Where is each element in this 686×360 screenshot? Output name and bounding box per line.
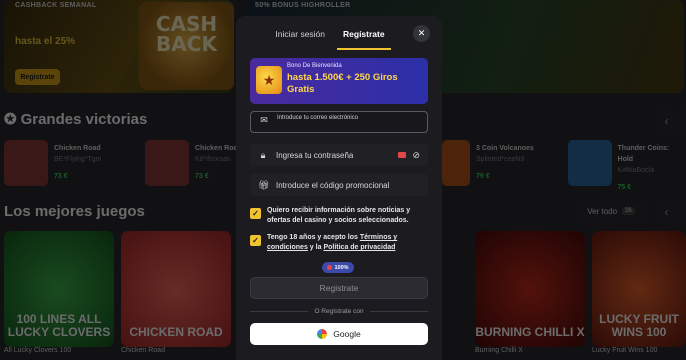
game-card[interactable]: LUCKY FRUIT WINS 100 bbox=[592, 231, 686, 347]
section-title-grandes-victorias: ✪ Grandes victorias bbox=[4, 110, 148, 129]
section-title-text: Grandes victorias bbox=[20, 110, 148, 128]
consent-terms-text: Tengo 18 años y acepto los Términos y co… bbox=[267, 233, 428, 253]
tab-login[interactable]: Iniciar sesión bbox=[269, 28, 331, 50]
google-icon bbox=[317, 329, 328, 339]
game-art-label: BURNING CHILLI X bbox=[475, 325, 585, 339]
star-icon: ✪ bbox=[4, 111, 17, 128]
count-badge: 26 bbox=[622, 207, 635, 215]
win-user: K8*ifcorsan bbox=[195, 156, 231, 163]
cashback-art: CASH BACK bbox=[139, 2, 234, 90]
win-game-name: 3 Coin Volcanoes bbox=[476, 145, 534, 152]
terms-middle: y la bbox=[309, 244, 322, 251]
section-title-mejores-juegos: Los mejores juegos bbox=[4, 203, 145, 220]
game-thumbnail bbox=[4, 140, 48, 186]
eye-off-icon[interactable]: ⊘ bbox=[412, 150, 420, 161]
auth-tabs: Iniciar sesión Regístrate bbox=[236, 28, 442, 50]
promo-headline: hasta el 25% bbox=[15, 36, 76, 47]
welcome-bonus-banner: ★ Bono De Bienvenida hasta 1.500€ + 250 … bbox=[250, 58, 428, 104]
win-item[interactable]: Chicken Road K8*ifcorsan 73 € bbox=[145, 140, 242, 186]
game-thumbnail bbox=[568, 140, 612, 186]
password-placeholder: Ingresa tu contraseña bbox=[276, 150, 354, 160]
divider-text: O Regístrate con bbox=[314, 307, 364, 315]
password-strength-badge: 100% bbox=[322, 262, 354, 273]
win-user: BE*Flying*Tgm bbox=[54, 156, 102, 163]
win-amount: 73 € bbox=[54, 173, 68, 180]
win-item[interactable]: 3 Coin Volcanoes Splinted*ceaN3 79 € bbox=[442, 140, 534, 186]
google-label: Google bbox=[333, 329, 361, 339]
bonus-headline: hasta 1.500€ + 250 Giros Gratis bbox=[287, 72, 398, 95]
game-thumbnail bbox=[145, 140, 189, 186]
gift-icon: ★ bbox=[256, 66, 282, 94]
game-name: Burning Chilli X bbox=[475, 347, 523, 354]
game-name: All Lucky Clovers 100 bbox=[4, 347, 72, 354]
win-game-name: Chicken Road bbox=[54, 145, 101, 152]
win-game-name: Thunder Coins: Hold bbox=[617, 145, 670, 163]
scroll-right-button[interactable]: › bbox=[680, 109, 686, 132]
game-card[interactable]: 100 LINES ALL LUCKY CLOVERS bbox=[4, 231, 114, 347]
chevron-left-icon: ‹ bbox=[664, 113, 669, 128]
promo-code-placeholder: Introduce el código promocional bbox=[276, 180, 390, 190]
checkbox-terms[interactable]: ✓ bbox=[250, 235, 261, 246]
close-icon: ✕ bbox=[417, 28, 426, 38]
win-amount: 73 € bbox=[195, 173, 209, 180]
email-field[interactable]: ✉ Introduce tu correo electrónico bbox=[250, 111, 428, 133]
close-button[interactable]: ✕ bbox=[413, 25, 430, 42]
promo-register-button[interactable]: Registrate bbox=[15, 69, 60, 85]
consent-terms[interactable]: ✓ Tengo 18 años y acepto los Términos y … bbox=[250, 233, 428, 253]
win-amount: 75 € bbox=[617, 184, 632, 191]
strength-dot-icon bbox=[327, 265, 333, 270]
register-modal: Iniciar sesión Regístrate ✕ ★ Bono De Bi… bbox=[236, 16, 442, 360]
register-submit-button[interactable]: Registrate bbox=[250, 277, 428, 299]
win-item[interactable]: Thunder Coins: Hold Ki#klaBocla 75 € bbox=[568, 140, 686, 191]
promo-code-field[interactable]: 🎁︎ Introduce el código promocional bbox=[250, 174, 428, 196]
game-art-label: LUCKY FRUIT WINS 100 bbox=[599, 312, 679, 339]
keyboard-icon bbox=[398, 152, 407, 158]
win-user: Splinted*ceaN3 bbox=[476, 156, 525, 163]
game-name: Chicken Road bbox=[121, 347, 165, 354]
game-art-label: 100 LINES ALL LUCKY CLOVERS bbox=[7, 312, 111, 339]
game-thumbnail bbox=[442, 140, 470, 186]
ver-todo-label: Ver todo bbox=[587, 206, 618, 216]
terms-prefix: Tengo 18 años y acepto los bbox=[267, 234, 358, 241]
promo-tag: CASHBACK SEMANAL bbox=[15, 2, 97, 9]
checkbox-marketing[interactable]: ✓ bbox=[250, 208, 261, 219]
google-signup-button[interactable]: Google bbox=[250, 323, 428, 345]
win-user: Ki#klaBocla bbox=[617, 167, 655, 174]
promo-card-cashback[interactable]: CASHBACK SEMANAL hasta el 25% Registrate… bbox=[4, 0, 234, 93]
lock-icon: 🔒︎ bbox=[260, 149, 266, 160]
game-name: Lucky Fruit Wins 100 bbox=[592, 347, 658, 354]
game-card[interactable]: BURNING CHILLI X bbox=[475, 231, 585, 347]
win-item[interactable]: Chicken Road BE*Flying*Tgm 73 € bbox=[4, 140, 101, 186]
promo-tag: 50% BONUS HIGHROLLER bbox=[255, 2, 351, 9]
win-game-name: Chicken Road bbox=[195, 145, 242, 152]
divider-line bbox=[250, 310, 309, 312]
ver-todo-button[interactable]: Ver todo 26 bbox=[577, 201, 645, 221]
tab-register[interactable]: Regístrate bbox=[337, 28, 391, 50]
scroll-left-button[interactable]: ‹ bbox=[655, 109, 678, 132]
mail-icon: ✉ bbox=[260, 115, 268, 125]
consent-marketing-text: Quiero recibir información sobre noticia… bbox=[267, 207, 411, 224]
game-card[interactable]: CHICKEN ROAD bbox=[121, 231, 231, 347]
email-placeholder: Introduce tu correo electrónico bbox=[277, 115, 359, 121]
gift-box-icon: 🎁︎ bbox=[258, 179, 270, 190]
bonus-subtitle: Bono De Bienvenida bbox=[287, 63, 342, 69]
privacy-link[interactable]: Política de privacidad bbox=[323, 244, 395, 251]
chevron-left-icon: ‹ bbox=[664, 204, 669, 219]
win-amount: 79 € bbox=[476, 173, 490, 180]
password-field[interactable]: 🔒︎ Ingresa tu contraseña ⊘ bbox=[250, 144, 428, 166]
social-divider: O Regístrate con bbox=[250, 306, 429, 316]
divider-line bbox=[369, 310, 429, 312]
strength-value: 100% bbox=[334, 264, 349, 271]
scroll-left-button[interactable]: ‹ bbox=[655, 200, 678, 223]
scroll-right-button[interactable]: › bbox=[680, 200, 686, 223]
consent-marketing[interactable]: ✓ Quiero recibir información sobre notic… bbox=[250, 206, 428, 226]
game-art-label: CHICKEN ROAD bbox=[129, 325, 223, 339]
